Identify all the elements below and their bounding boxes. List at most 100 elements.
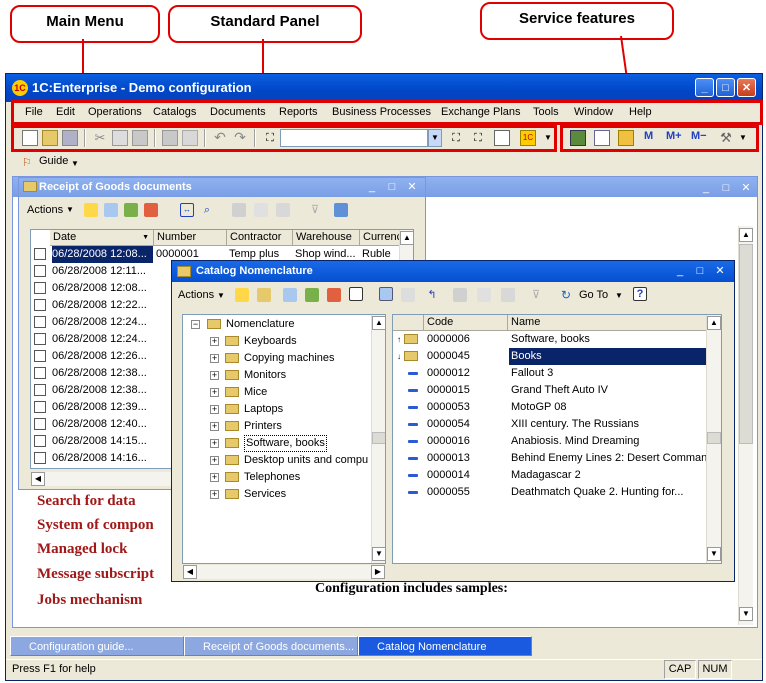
filter-clear-icon[interactable] (477, 288, 491, 302)
catalog-close-button[interactable]: ✕ (712, 263, 728, 279)
tree-item[interactable]: + Monitors (183, 367, 385, 384)
tree-item[interactable]: + Desktop units and computers (183, 452, 385, 469)
list-item[interactable]: 0000053 MotoGP 08 (393, 399, 721, 416)
filter-icon[interactable] (232, 203, 246, 217)
receipt-actions-button[interactable]: Actions (27, 201, 63, 219)
list-item[interactable]: ↑ 0000006 Software, books (393, 331, 721, 348)
scroll-up-arrow[interactable]: ▲ (707, 316, 721, 330)
expand-icon[interactable]: + (210, 336, 219, 346)
scroll-right-arrow[interactable]: ▶ (371, 565, 385, 579)
receipt-close-button[interactable]: ✕ (404, 179, 420, 195)
goto-dropdown-icon[interactable]: ▼ (615, 291, 623, 300)
list-item[interactable]: ↓ 0000045 Books (393, 348, 721, 365)
filter-icon[interactable] (453, 288, 467, 302)
expand-icon[interactable]: + (210, 387, 219, 397)
scroll-up-arrow[interactable]: ▲ (739, 228, 753, 242)
add-icon[interactable] (235, 288, 249, 302)
expand-icon[interactable]: + (210, 438, 219, 448)
hierarchy-toggle-icon[interactable] (349, 287, 363, 301)
column-header-currency[interactable]: Currenc (360, 230, 400, 246)
output-icon[interactable] (334, 203, 348, 217)
interval-icon[interactable]: ↔ (180, 203, 194, 217)
search-icon[interactable]: ⌕ (200, 203, 214, 217)
catalog-actions-button[interactable]: Actions (178, 286, 214, 304)
scroll-up-arrow[interactable]: ▲ (372, 316, 385, 330)
tree-item[interactable]: + Software, books (183, 435, 385, 452)
guide-item-system[interactable]: System of compon (37, 517, 154, 534)
catalog-actions-dropdown-icon[interactable]: ▼ (217, 291, 225, 300)
close-button[interactable]: ✕ (737, 78, 756, 97)
guide-dropdown-icon[interactable]: ▼ (71, 159, 79, 168)
guide-item-managed-lock[interactable]: Managed lock (37, 541, 127, 558)
edit-icon[interactable] (305, 288, 319, 302)
guide-item-jobs[interactable]: Jobs mechanism (37, 592, 142, 609)
scroll-down-arrow[interactable]: ▼ (739, 607, 753, 621)
goto-button[interactable]: Go To (579, 286, 608, 304)
scroll-left-arrow[interactable]: ◀ (31, 472, 45, 486)
guide-item-search[interactable]: Search for data (37, 493, 136, 510)
collapse-icon[interactable]: − (191, 319, 200, 329)
expand-icon[interactable]: + (210, 472, 219, 482)
tree-item[interactable]: + Laptops (183, 401, 385, 418)
guide-item-message[interactable]: Message subscript (37, 566, 154, 583)
tree-item[interactable]: + Copying machines (183, 350, 385, 367)
task-receipt-of-goods[interactable]: Receipt of Goods documents... (184, 636, 358, 656)
sort-icon[interactable] (501, 288, 515, 302)
receipt-minimize-button[interactable]: _ (364, 179, 380, 195)
column-header-number[interactable]: Number (154, 230, 227, 246)
scroll-left-arrow[interactable]: ◀ (183, 565, 197, 579)
tree-item[interactable]: + Keyboards (183, 333, 385, 350)
expand-icon[interactable]: + (210, 421, 219, 431)
catalog-minimize-button[interactable]: _ (672, 263, 688, 279)
list-item[interactable]: 0000015 Grand Theft Auto IV (393, 382, 721, 399)
expand-icon[interactable]: + (210, 489, 219, 499)
add-icon[interactable] (84, 203, 98, 217)
copy-icon[interactable] (283, 288, 297, 302)
list-item[interactable]: 0000054 XIII century. The Russians (393, 416, 721, 433)
list-item[interactable]: 0000016 Anabiosis. Mind Dreaming (393, 433, 721, 450)
guide-button[interactable]: Guide (39, 155, 68, 167)
column-header-warehouse[interactable]: Warehouse (293, 230, 360, 246)
expand-icon[interactable]: + (210, 404, 219, 414)
scroll-thumb[interactable] (372, 432, 385, 444)
delete-icon[interactable] (327, 288, 341, 302)
list-view-icon[interactable] (401, 288, 415, 302)
tree-item[interactable]: + Services (183, 486, 385, 503)
expand-icon[interactable]: + (210, 455, 219, 465)
tree-item[interactable]: + Telephones (183, 469, 385, 486)
scroll-thumb[interactable] (739, 244, 753, 444)
help-button[interactable]: ? (633, 287, 647, 301)
list-item[interactable]: 0000014 Madagascar 2 (393, 467, 721, 484)
column-header-code[interactable]: Code (424, 315, 508, 331)
tree-item[interactable]: + Mice (183, 384, 385, 401)
column-header-date[interactable]: Date ▼ (50, 230, 154, 246)
list-item[interactable]: 0000012 Fallout 3 (393, 365, 721, 382)
scroll-down-arrow[interactable]: ▼ (707, 547, 721, 561)
tree-root[interactable]: − Nomenclature (183, 316, 385, 333)
tree-hscroll[interactable]: ◀ ▶ (183, 565, 385, 579)
catalog-maximize-button[interactable]: □ (692, 263, 708, 279)
scroll-down-arrow[interactable]: ▼ (372, 547, 385, 561)
tree-scrollbar[interactable]: ▲ ▼ (371, 315, 385, 563)
column-header-name[interactable]: Name (508, 315, 708, 331)
task-catalog-nomenclature[interactable]: Catalog Nomenclature (358, 636, 532, 656)
guide-maximize-button[interactable]: □ (718, 180, 734, 196)
column-header-contractor[interactable]: Contractor (227, 230, 293, 246)
tree-item[interactable]: + Printers (183, 418, 385, 435)
list-item[interactable]: 0000055 Deathmatch Quake 2. Hunting for..… (393, 484, 721, 501)
funnel-icon[interactable]: ⊽ (308, 203, 322, 217)
scroll-thumb[interactable] (707, 432, 721, 444)
list-scrollbar[interactable]: ▲ ▼ (706, 315, 721, 563)
task-configuration-guide[interactable]: Configuration guide... (10, 636, 184, 656)
add-folder-icon[interactable] (257, 288, 271, 302)
maximize-button[interactable]: □ (716, 78, 735, 97)
delete-icon[interactable] (144, 203, 158, 217)
expand-icon[interactable]: + (210, 353, 219, 363)
receipt-maximize-button[interactable]: □ (384, 179, 400, 195)
edit-icon[interactable] (124, 203, 138, 217)
minimize-button[interactable]: _ (695, 78, 714, 97)
add-group-icon[interactable] (104, 203, 118, 217)
funnel-icon[interactable]: ⊽ (529, 288, 543, 302)
expand-icon[interactable]: + (210, 370, 219, 380)
guide-close-button[interactable]: ✕ (738, 180, 754, 196)
